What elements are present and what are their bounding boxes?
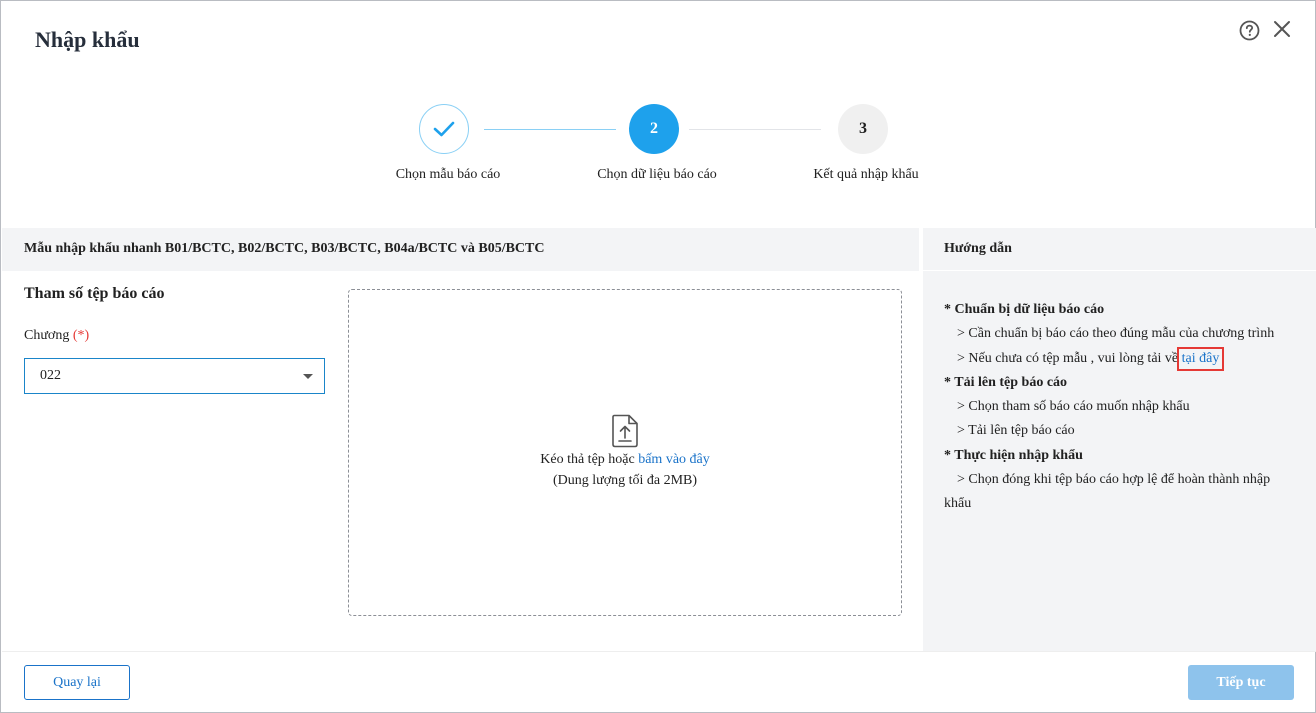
step-2-label: Chọn dữ liệu báo cáo [597,167,717,182]
guide-section-title: * Thực hiện nhập khẩu [944,447,1083,463]
caret-down-icon[interactable] [303,374,313,379]
step-connector-1 [484,129,616,130]
close-icon[interactable] [1272,19,1292,39]
help-icon[interactable] [1239,20,1260,41]
guide-panel: Hướng dẫn * Chuẩn bị dữ liệu báo cáo > C… [923,228,1316,651]
file-upload-icon [612,414,638,448]
guide-content: * Chuẩn bị dữ liệu báo cáo > Cần chuẩn b… [944,298,1299,517]
required-mark: (*) [72,328,90,343]
guide-item-download: > Nếu chưa có tệp mẫu , vui lòng tải về … [944,346,1299,371]
browse-file-link[interactable]: bấm vào đây [638,452,710,467]
step-2-indicator: 2 [629,104,679,154]
step-1-label: Chọn mẫu báo cáo [395,167,501,182]
step-3-indicator: 3 [838,104,888,154]
chapter-select[interactable]: 022 [24,358,325,394]
dropzone-instruction: Kéo thả tệp hoặc [540,452,635,467]
chapter-label-text: Chương [24,328,70,343]
guide-item: > Chọn tham số báo cáo muốn nhập khẩu [957,399,1190,415]
guide-section-title: * Chuẩn bị dữ liệu báo cáo [944,302,1105,317]
guide-section-title: * Tải lên tệp báo cáo [944,374,1068,390]
file-dropzone[interactable]: Kéo thả tệp hoặc bấm vào đây (Dung lượng… [348,289,902,616]
highlight-box [1176,346,1225,371]
template-section-header: Mẫu nhập khẩu nhanh B01/BCTC, B02/BCTC, … [2,228,919,271]
guide-item: > Chọn đóng khi tệp báo cáo hợp lệ để ho… [944,472,1271,512]
import-dialog: Nhập khẩu 2 3 Chọn mẫu báo cáo Chọn dữ l… [0,0,1316,713]
next-button[interactable]: Tiếp tục [1188,665,1294,700]
chapter-label: Chương (*) [24,328,89,344]
step-1-indicator [419,104,469,154]
dropzone-size-limit: (Dung lượng tối đa 2MB) [552,473,698,488]
guide-header: Hướng dẫn [923,228,1316,271]
step-3-label: Kết quả nhập khẩu [813,167,919,182]
guide-item-text: > Nếu chưa có tệp mẫu , vui lòng tải về [957,350,1179,366]
dropzone-text: Kéo thả tệp hoặc bấm vào đây [349,452,901,468]
chapter-select-value: 022 [40,368,61,383]
back-button[interactable]: Quay lại [24,665,130,700]
guide-item: > Cần chuẩn bị báo cáo theo đúng mẫu của… [957,326,1275,342]
param-section-title: Tham số tệp báo cáo [24,285,165,302]
check-icon [433,121,455,137]
step-connector-2 [689,129,821,130]
dialog-title: Nhập khẩu [35,27,140,52]
guide-item: > Tải lên tệp báo cáo [957,423,1075,439]
download-template-link[interactable]: tại đây [1176,346,1225,371]
footer-divider [2,651,1316,652]
